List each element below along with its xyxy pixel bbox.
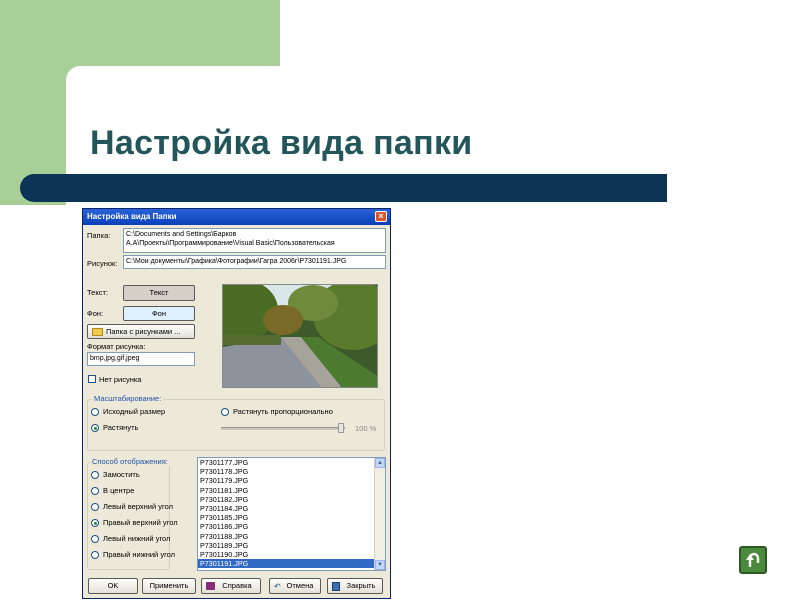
ok-button[interactable]: OK — [88, 578, 138, 594]
scroll-down-icon[interactable]: ▼ — [375, 560, 385, 570]
file-listbox[interactable]: P7301177.JPG P7301178.JPG P7301179.JPG P730… — [197, 457, 386, 571]
display-mode-label: Правый верхний угол — [103, 518, 178, 527]
display-mode-radio[interactable] — [91, 519, 99, 527]
display-mode-label: Замостить — [103, 470, 140, 479]
dialog-title: Настройка вида Папки — [87, 212, 177, 221]
folder-path-line2: А.А\Проекты\Программирование\Visual Basi… — [126, 240, 335, 247]
text-label: Текст: — [87, 288, 108, 297]
file-list-item[interactable]: P7301182.JPG — [198, 495, 385, 504]
radio-stretch[interactable] — [91, 424, 99, 432]
bg-label: Фон: — [87, 309, 104, 318]
scale-slider[interactable] — [221, 423, 345, 433]
radio-stretch-proportional[interactable] — [221, 408, 229, 416]
bg-color-button[interactable]: Фон — [123, 306, 195, 321]
picture-folder-button-label: Папка с рисунками ... — [106, 327, 181, 336]
cancel-button[interactable]: ↶ Отмена — [269, 578, 321, 594]
scroll-up-icon[interactable]: ▲ — [375, 458, 385, 468]
display-mode-radio[interactable] — [91, 535, 99, 543]
file-list-item[interactable]: P7301189.JPG — [198, 541, 385, 550]
help-button-label: Справка — [222, 581, 252, 590]
display-mode-radio[interactable] — [91, 551, 99, 559]
close-button[interactable]: Закрыть — [327, 578, 383, 594]
scale-percent: 100 % — [355, 424, 377, 433]
display-mode-label: Правый нижний угол — [103, 550, 176, 559]
dialog-close-button[interactable]: × — [375, 211, 387, 222]
scale-slider-thumb[interactable] — [338, 423, 344, 433]
preview-photo-image — [223, 285, 377, 387]
radio-original-size[interactable] — [91, 408, 99, 416]
close-door-icon — [332, 582, 340, 591]
format-label: Формат рисунка: — [87, 342, 146, 351]
return-button[interactable] — [739, 546, 767, 574]
display-mode-radio[interactable] — [91, 487, 99, 495]
display-mode-radio[interactable] — [91, 503, 99, 511]
file-list-item[interactable]: P7301185.JPG — [198, 513, 385, 522]
cancel-button-label: Отмена — [286, 581, 314, 590]
folder-settings-dialog: Настройка вида Папки × Папка: C:\Documen… — [82, 208, 391, 599]
picture-folder-button[interactable]: Папка с рисунками ... — [87, 324, 195, 339]
folder-path-line1: C:\Documents and Settings\Барков — [126, 231, 237, 238]
no-picture-checkbox[interactable] — [88, 375, 96, 383]
help-book-icon — [206, 582, 215, 590]
file-list: P7301177.JPG P7301178.JPG P7301179.JPG P730… — [198, 458, 385, 569]
picture-path-field[interactable]: C:\Мои документы\Графика\Фотографии\Гагр… — [123, 255, 386, 269]
file-list-item[interactable]: P7301186.JPG — [198, 522, 385, 531]
file-list-item[interactable]: P7301188.JPG — [198, 532, 385, 541]
no-picture-label: Нет рисунка — [99, 375, 142, 384]
file-list-item[interactable]: P7301184.JPG — [198, 504, 385, 513]
radio-stretch-label: Растянуть — [103, 423, 139, 432]
scale-slider-track — [221, 427, 345, 430]
radio-original-size-label: Исходный размер — [103, 407, 166, 416]
return-arrow-icon — [746, 552, 760, 567]
display-mode-label: Левый верхний угол — [103, 502, 173, 511]
apply-button[interactable]: Применить — [142, 578, 196, 594]
file-list-item[interactable]: P7301178.JPG — [198, 467, 385, 476]
folder-path-field[interactable]: C:\Documents and Settings\Барков А.А\Про… — [123, 228, 386, 253]
picture-label: Рисунок: — [87, 259, 118, 268]
undo-icon: ↶ — [274, 582, 281, 591]
text-color-button[interactable]: Текст — [123, 285, 195, 301]
display-mode-label: Левый нижний угол — [103, 534, 171, 543]
file-list-item[interactable]: P7301181.JPG — [198, 486, 385, 495]
file-list-item[interactable]: P7301179.JPG — [198, 476, 385, 485]
picture-preview — [222, 284, 378, 388]
close-button-label: Закрыть — [346, 581, 376, 590]
file-list-item[interactable]: P7301191.JPG — [198, 559, 385, 569]
file-list-scrollbar[interactable]: ▲ ▼ — [374, 458, 385, 570]
format-field[interactable]: bmp,jpg,gif,jpeg — [87, 352, 195, 366]
file-list-item[interactable]: P7301190.JPG — [198, 550, 385, 559]
display-mode-radio[interactable] — [91, 471, 99, 479]
title-underline-bar — [20, 174, 667, 202]
display-mode-legend: Способ отображения: — [90, 457, 170, 466]
help-button[interactable]: Справка — [201, 578, 261, 594]
folder-icon — [92, 328, 103, 336]
slide-title: Настройка вида папки — [90, 124, 473, 162]
file-list-item[interactable]: P7301177.JPG — [198, 458, 385, 467]
scaling-legend: Масштабирование: — [92, 394, 164, 403]
display-mode-label: В центре — [103, 486, 135, 495]
radio-stretch-proportional-label: Растянуть пропорционально — [233, 407, 333, 416]
dialog-titlebar[interactable]: Настройка вида Папки × — [83, 209, 390, 225]
folder-label: Папка: — [87, 231, 111, 240]
